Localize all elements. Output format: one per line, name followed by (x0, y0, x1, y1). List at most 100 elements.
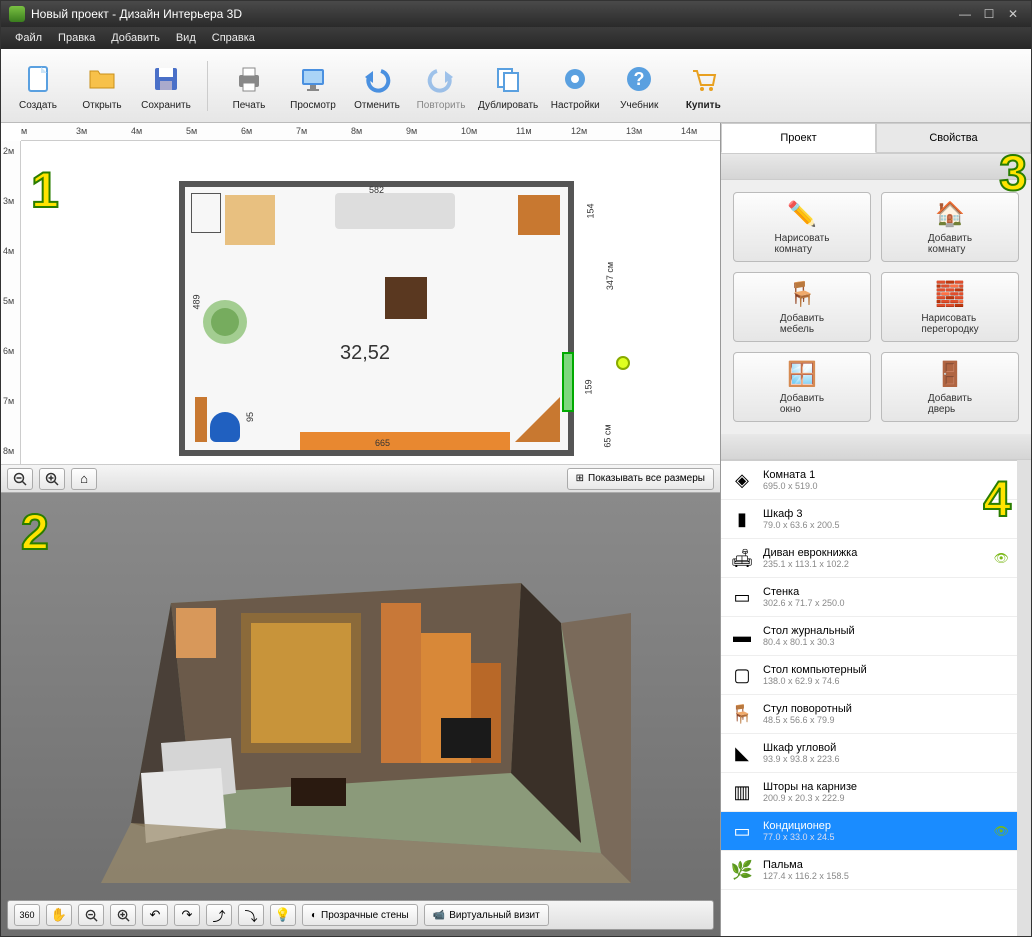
toolbar-redo-button[interactable]: Повторить (414, 61, 468, 111)
app-icon (9, 6, 25, 22)
menubar: Файл Правка Добавить Вид Справка (1, 27, 1031, 49)
show-dimensions-button[interactable]: ⊞Показывать все размеры (567, 468, 714, 490)
menu-help[interactable]: Справка (204, 32, 263, 44)
transparent-walls-button[interactable]: ◐Прозрачные стены (302, 904, 418, 926)
toolbar-help-button[interactable]: ?Учебник (612, 61, 666, 111)
furniture-wardrobe[interactable] (225, 195, 275, 245)
furniture-corner-wardrobe[interactable] (518, 195, 560, 235)
cart-icon (685, 61, 721, 97)
tilt-up-button[interactable]: ⤴ (206, 904, 232, 926)
action-icon: 🪑 (787, 280, 817, 309)
home-button[interactable]: ⌂ (71, 468, 97, 490)
close-button[interactable]: ✕ (1003, 6, 1023, 22)
action-button-5[interactable]: 🚪Добавитьдверь (881, 352, 1019, 422)
toolbar-cart-button[interactable]: Купить (676, 61, 730, 111)
furniture-corner[interactable] (515, 397, 560, 442)
minimize-button[interactable]: — (955, 6, 975, 22)
object-item-2[interactable]: 🛋Диван еврокнижка235.1 x 113.1 x 102.2👁 (721, 539, 1017, 578)
action-icon: 🪟 (787, 360, 817, 389)
object-item-8[interactable]: ▥Шторы на карнизе200.9 x 20.3 x 222.9 (721, 773, 1017, 812)
furniture-plant[interactable] (200, 297, 250, 347)
selection-handle[interactable] (616, 356, 630, 370)
right-panel: Проект Свойства 3 ✏️Нарисоватькомнату🏠До… (721, 123, 1031, 936)
scrollbar[interactable] (1017, 460, 1031, 936)
view3d-render (91, 543, 641, 883)
redo-icon (423, 61, 459, 97)
floorplan-canvas[interactable]: 1 582 32,52 (21, 141, 720, 464)
floorplan-toolbar: ⌂ ⊞Показывать все размеры (1, 464, 720, 492)
object-thumb-icon: ◈ (729, 467, 755, 493)
furniture-sofa[interactable] (335, 193, 455, 229)
dim-left: 489 (192, 294, 202, 309)
virtual-visit-button[interactable]: 📹Виртуальный визит (424, 904, 549, 926)
object-item-6[interactable]: 🪑Стул поворотный48.5 x 56.6 x 79.9 (721, 695, 1017, 734)
zoom-out-button[interactable] (7, 468, 33, 490)
zoom-in-3d-button[interactable] (110, 904, 136, 926)
action-button-0[interactable]: ✏️Нарисоватькомнату (733, 192, 871, 262)
menu-file[interactable]: Файл (7, 32, 50, 44)
furniture-chair[interactable] (210, 412, 240, 442)
rotate-360-button[interactable]: 360 (14, 904, 40, 926)
furniture-desk-side[interactable] (195, 397, 207, 442)
selected-object-marker[interactable] (562, 352, 574, 412)
object-item-5[interactable]: ▢Стол компьютерный138.0 x 62.9 x 74.6 (721, 656, 1017, 695)
action-icon: 🚪 (935, 360, 965, 389)
menu-edit[interactable]: Правка (50, 32, 103, 44)
pan-button[interactable]: ✋ (46, 904, 72, 926)
object-item-7[interactable]: ◣Шкаф угловой93.9 x 93.8 x 223.6 (721, 734, 1017, 773)
save-icon (148, 61, 184, 97)
action-button-4[interactable]: 🪟Добавитьокно (733, 352, 871, 422)
dim-leftbot: 95 (245, 412, 255, 422)
dim-right: 347 см (605, 262, 615, 290)
toolbar-doc-button[interactable]: Создать (11, 61, 65, 111)
left-pane: м3м4м5м6м7м8м9м10м11м12м13м14м 2м3м4м5м6… (1, 123, 721, 936)
menu-view[interactable]: Вид (168, 32, 204, 44)
rotate-right-button[interactable]: ↷ (174, 904, 200, 926)
object-thumb-icon: ▮ (729, 506, 755, 532)
toolbar-folder-button[interactable]: Открыть (75, 61, 129, 111)
object-thumb-icon: ▥ (729, 779, 755, 805)
object-item-9[interactable]: ▭Кондиционер77.0 x 33.0 x 24.5👁 (721, 812, 1017, 851)
toolbar-gear-button[interactable]: Настройки (548, 61, 602, 111)
visibility-icon[interactable]: 👁 (994, 824, 1009, 838)
help-icon: ? (621, 61, 657, 97)
object-item-10[interactable]: 🌿Пальма127.4 x 116.2 x 158.5 (721, 851, 1017, 890)
dup-icon (490, 61, 526, 97)
view3d-area[interactable]: 2 (1, 493, 720, 936)
furniture-coffee-table[interactable] (385, 277, 427, 319)
overlay-marker-3: 3 (999, 144, 1027, 202)
zoom-out-3d-button[interactable] (78, 904, 104, 926)
menu-add[interactable]: Добавить (103, 32, 168, 44)
object-thumb-icon: ▭ (729, 584, 755, 610)
zoom-in-button[interactable] (39, 468, 65, 490)
toolbar-dup-button[interactable]: Дублировать (478, 61, 538, 111)
monitor-icon (295, 61, 331, 97)
toolbar-print-button[interactable]: Печать (222, 61, 276, 111)
action-button-3[interactable]: 🧱Нарисоватьперегородку (881, 272, 1019, 342)
object-item-0[interactable]: ◈Комната 1695.0 x 519.0 (721, 461, 1017, 500)
furniture-door[interactable] (191, 193, 221, 233)
action-icon: 🧱 (935, 280, 965, 309)
room-outline[interactable]: 582 32,52 (179, 181, 574, 456)
object-item-3[interactable]: ▭Стенка302.6 x 71.7 x 250.0 (721, 578, 1017, 617)
toolbar-undo-button[interactable]: Отменить (350, 61, 404, 111)
action-button-2[interactable]: 🪑Добавитьмебель (733, 272, 871, 342)
light-button[interactable]: 💡 (270, 904, 296, 926)
rotate-left-button[interactable]: ↶ (142, 904, 168, 926)
maximize-button[interactable]: ☐ (979, 6, 999, 22)
toolbar-save-button[interactable]: Сохранить (139, 61, 193, 111)
object-thumb-icon: ▢ (729, 662, 755, 688)
action-button-1[interactable]: 🏠Добавитькомнату (881, 192, 1019, 262)
object-item-4[interactable]: ▬Стол журнальный80.4 x 80.1 x 30.3 (721, 617, 1017, 656)
panel-tabs: Проект Свойства (721, 123, 1031, 154)
actions-header: 3 (721, 154, 1031, 180)
toolbar-monitor-button[interactable]: Просмотр (286, 61, 340, 111)
tilt-down-button[interactable]: ⤵ (238, 904, 264, 926)
furniture-wall-unit[interactable] (300, 432, 510, 450)
visibility-icon[interactable]: 👁 (994, 551, 1009, 565)
tab-project[interactable]: Проект (721, 123, 876, 153)
print-icon (231, 61, 267, 97)
object-item-1[interactable]: ▮Шкаф 379.0 x 63.6 x 200.5 (721, 500, 1017, 539)
content: м3м4м5м6м7м8м9м10м11м12м13м14м 2м3м4м5м6… (1, 123, 1031, 936)
overlay-marker-1: 1 (31, 161, 59, 219)
